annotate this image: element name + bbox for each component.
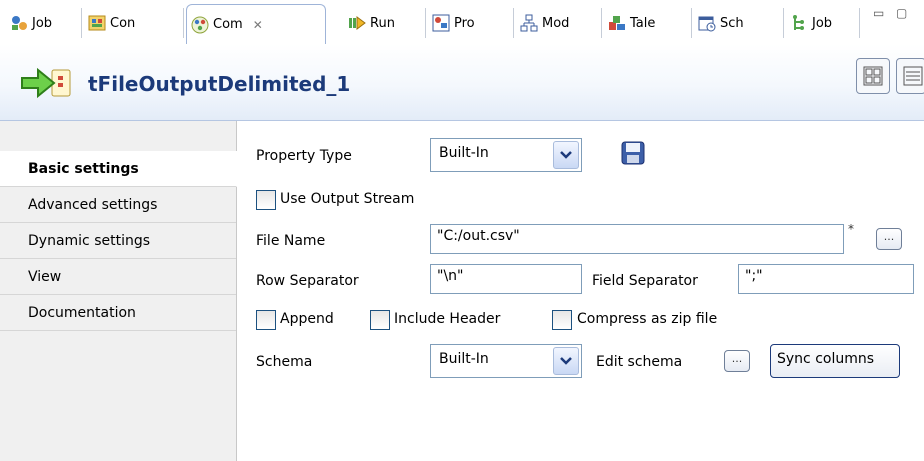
close-icon[interactable]: ✕ [253, 18, 263, 32]
edit-schema-label: Edit schema [596, 354, 683, 370]
contexts-icon [88, 14, 106, 32]
layout-toggle-button[interactable] [856, 58, 890, 94]
scheduler-icon [698, 14, 716, 32]
tab-component[interactable]: Com ✕ [186, 4, 326, 44]
chevron-down-icon[interactable] [553, 347, 579, 375]
component-icon [191, 16, 209, 34]
sidebar-item-dynamic-settings[interactable]: Dynamic settings [0, 223, 236, 259]
sync-columns-label: Sync columns [777, 351, 875, 367]
browse-label: ... [883, 230, 895, 243]
problems-icon [432, 14, 450, 32]
talend-exchange-icon [608, 14, 626, 32]
edit-schema-button-label: ... [731, 352, 743, 365]
modules-icon [520, 14, 538, 32]
include-header-label: Include Header [394, 311, 501, 327]
tab-label: Tale [630, 15, 656, 31]
tab-label: Pro [454, 15, 475, 31]
tab-label: Con [110, 15, 136, 31]
save-disk-icon[interactable] [620, 140, 646, 166]
sidebar-item-label: Advanced settings [28, 196, 158, 213]
sidebar-item-label: Documentation [28, 304, 136, 321]
row-separator-input[interactable]: "\n" [430, 264, 582, 294]
sidebar-item-label: Basic settings [28, 160, 139, 177]
edit-schema-button[interactable]: ... [724, 350, 750, 372]
file-name-value: "C:/out.csv" [437, 228, 520, 244]
tab-scheduler[interactable]: Sch [694, 8, 784, 38]
sidebar-item-documentation[interactable]: Documentation [0, 295, 236, 331]
sync-columns-button[interactable]: Sync columns [770, 344, 900, 378]
compress-zip-checkbox[interactable] [552, 310, 572, 330]
compress-zip-label: Compress as zip file [577, 311, 718, 327]
row-separator-value: "\n" [437, 268, 464, 284]
field-separator-value: ";" [745, 268, 763, 284]
append-label: Append [280, 311, 334, 327]
row-separator-label: Row Separator [256, 273, 359, 289]
include-header-checkbox[interactable] [370, 310, 390, 330]
sidebar-item-label: Dynamic settings [28, 232, 151, 249]
tab-job[interactable]: Job [6, 8, 82, 38]
field-separator-input[interactable]: ";" [738, 264, 914, 294]
chevron-down-icon[interactable] [553, 141, 579, 169]
grid-view-icon [863, 66, 883, 86]
schema-value: Built-In [439, 351, 489, 367]
tab-label: Job [812, 15, 833, 31]
tab-modules[interactable]: Mod [516, 8, 602, 38]
sidebar-item-basic-settings[interactable]: Basic settings [0, 151, 237, 187]
list-view-button[interactable] [896, 58, 924, 94]
tab-label: Job [32, 15, 53, 31]
file-name-label: File Name [256, 233, 326, 249]
tab-label: Sch [720, 15, 744, 31]
tab-problems[interactable]: Pro [428, 8, 514, 38]
run-icon [348, 14, 366, 32]
view-tab-bar: Job Con Com ✕ Run Pro Mod Tale Sch Job ▭… [0, 0, 924, 45]
tab-talend-exchange[interactable]: Tale [604, 8, 692, 38]
sidebar-item-advanced-settings[interactable]: Advanced settings [0, 187, 236, 223]
schema-label: Schema [256, 354, 313, 370]
sidebar-item-view[interactable]: View [0, 259, 236, 295]
field-separator-label: Field Separator [592, 273, 698, 289]
browse-file-button[interactable]: ... [876, 228, 902, 250]
property-type-select[interactable]: Built-In [430, 138, 582, 172]
tab-run[interactable]: Run [344, 8, 426, 38]
component-title: tFileOutputDelimited_1 [88, 72, 351, 96]
tab-contexts[interactable]: Con [84, 8, 184, 38]
job-design-icon [10, 14, 28, 32]
file-name-input[interactable]: "C:/out.csv" [430, 224, 844, 254]
component-header: tFileOutputDelimited_1 [0, 44, 924, 121]
property-type-value: Built-In [439, 145, 489, 161]
file-output-arrow-icon [20, 66, 72, 100]
tab-label: Run [370, 15, 395, 31]
required-marker: * [848, 222, 854, 236]
sidebar-item-label: View [28, 268, 62, 285]
minimize-icon[interactable]: ▭ [873, 6, 884, 20]
append-checkbox[interactable] [256, 310, 276, 330]
list-view-icon [903, 66, 923, 86]
schema-select[interactable]: Built-In [430, 344, 582, 378]
tab-label: Mod [542, 15, 570, 31]
job-hierarchy-icon [790, 14, 808, 32]
maximize-icon[interactable]: ▢ [896, 6, 907, 20]
property-type-label: Property Type [256, 148, 352, 164]
tab-job-hierarchy[interactable]: Job [786, 8, 860, 38]
use-output-stream-checkbox[interactable] [256, 190, 276, 210]
use-output-stream-label: Use Output Stream [280, 191, 415, 207]
tab-label: Com [213, 17, 243, 32]
settings-sidebar: Basic settings Advanced settings Dynamic… [0, 121, 237, 461]
